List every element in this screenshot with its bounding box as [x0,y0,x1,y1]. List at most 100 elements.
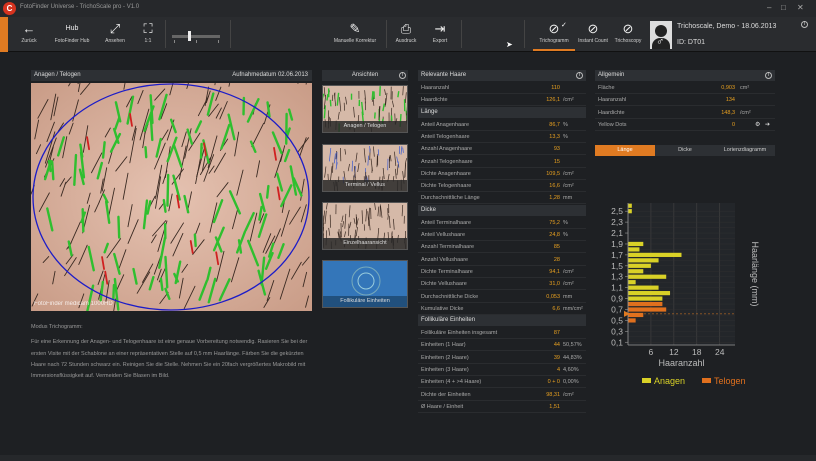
one-to-one-button[interactable]: ⛶ 1:1 [139,20,157,44]
expand-icon: ⤢ [109,21,121,36]
thumb-hair [367,155,369,166]
minimize-icon[interactable]: – [767,3,771,12]
stat-label: Dichte Vellushaare [421,281,467,288]
stats-section-header: Follikuläre Einheiten [418,315,586,327]
settings-icon[interactable]: ⚙ [755,121,760,128]
mode-instructions: Für eine Erkennung der Anagen- und Telog… [31,339,308,380]
export-icon: ⇥ [434,21,446,36]
stat-unit: 44,83% [563,354,582,361]
stat-unit: /cm² [563,268,574,275]
general-value: 134 [725,97,735,104]
back-button[interactable]: ← Zurück [18,20,40,44]
anagen-bar [628,280,636,285]
stat-unit: /cm² [563,170,574,177]
thumb-hair [351,160,353,172]
stat-value: 110 [551,85,560,91]
trichoscopy-button[interactable]: ⊘ Trichoscopy [611,20,645,44]
anagen-hair-marker [73,153,78,186]
chart-tabs: Länge Dicke Lorienzdiagramm [595,145,775,156]
zoom-slider-track[interactable] [172,35,220,38]
mode-description: Modus Trichogramm: Für eine Erkennung de… [31,322,316,382]
telogen-bar [628,301,663,307]
thumb-hair [341,215,344,222]
toolbar-divider [461,20,462,48]
stat-label: Anzahl Anagenhaare [421,146,473,153]
stat-row: Anteil Anagenhaare 86,7% [418,119,586,131]
anagen-hair-marker [112,283,116,301]
thumb-hair [377,149,380,156]
stat-label: Durchschnittliche Dicke [421,293,479,300]
stat-label: Einheiten (4 + >4 Haare) [421,379,482,386]
stat-row: Dichte Anagenhaare 109,5/cm² [418,168,586,180]
export-button[interactable]: ⇥ Export [429,20,451,44]
thumb-hair [361,210,363,224]
fotofinder-hub-button[interactable]: Hub FotoFinder Hub [52,20,92,44]
instant-count-button[interactable]: ⊘ Instant Count [575,20,611,44]
info-icon[interactable]: i [576,72,583,79]
thumb-hair [402,147,404,153]
thumb-hair [330,166,333,181]
print-button[interactable]: ⎙ Ausdruck [393,20,419,44]
mode-title: Modus Trichogramm: [31,324,83,330]
info-icon[interactable]: i [801,21,808,28]
stat-unit: mm/cm² [563,305,583,312]
stat-value: 86,7 [549,121,560,128]
stat-value: 31,0 [549,281,560,288]
tab-length[interactable]: Länge [595,145,655,156]
thumb-hair [389,155,392,162]
thumb-hair [384,98,387,107]
checkmark-icon: ✓ [561,22,567,29]
y-axis-label: Haarlänge (mm) [750,241,760,306]
stat-value: 15 [553,158,560,165]
zoom-slider-handle[interactable] [188,31,191,41]
thumb-hair [404,158,407,164]
arrow-circle-icon[interactable]: ➔ [765,121,770,128]
capture-date: Aufnahmedatum 02.06.2013 [232,72,308,78]
thumb-hair [395,168,397,179]
close-icon[interactable]: ✕ [797,3,804,12]
maximize-icon[interactable]: □ [781,3,786,12]
view-anagen-telogen[interactable]: Anagen / Telogen [322,85,408,133]
trichogram-button[interactable]: ⊘ Trichogramm [533,20,575,44]
anagen-hair-marker [144,145,148,159]
tab-lorenz[interactable]: Lorienzdiagramm [715,145,775,156]
y-tick-label: 2,1 [611,228,623,238]
arrow-left-icon: ← [22,21,36,36]
view-terminal-vellus[interactable]: Terminal / Vellus [322,144,408,192]
anagen-bar [628,247,640,252]
stat-unit: % [563,133,568,140]
stat-label: Anzahl Telogenhaare [421,158,473,165]
thumb-hair [329,147,332,162]
x-tick-label: 24 [715,347,725,357]
general-row: Haardichte 148,3/cm² [595,107,775,119]
info-icon[interactable]: i [399,72,406,79]
toolbar-divider [165,20,166,48]
anagen-bar [628,241,644,247]
thumb-hair [353,218,356,224]
view-follicular-units[interactable]: Follikuläre Einheiten [322,260,408,308]
hair-image-canvas[interactable] [31,83,312,311]
stat-label: Anteil Anagenhaare [421,121,470,128]
patient-id: ID: DT01 [677,39,706,46]
tab-thickness[interactable]: Dicke [655,145,715,156]
view-button[interactable]: ⤢ Ansehen [102,20,128,44]
info-icon[interactable]: i [765,72,772,79]
thumb-hair [401,204,404,217]
toolbar-accent [0,17,8,52]
y-tick-label: 0,1 [611,337,623,347]
anagen-bar [628,252,682,257]
stats-section-header: Dicke [418,204,586,216]
trichogram-image[interactable]: FotoFinder medicam 1000HD [31,83,312,311]
stat-row: Haaranzahl 110 [418,82,586,94]
y-tick-label: 0,5 [611,315,623,325]
stat-unit: % [563,219,568,226]
stat-value: 39 [553,354,560,361]
stat-row: Einheiten (2 Haare) 39 44,83% [418,352,586,364]
thumb-hair [405,92,407,103]
view-single-hair[interactable]: Einzelhaaransicht [322,202,408,250]
anagen-hair-marker [159,277,164,292]
stat-row: Einheiten (4 + >4 Haare) 0 + 0 0,00% [418,376,586,389]
manual-correction-button[interactable]: ✎ Manuelle Korrektur [332,20,378,44]
stat-unit: /cm² [563,281,574,288]
thumb-hair [355,152,358,162]
